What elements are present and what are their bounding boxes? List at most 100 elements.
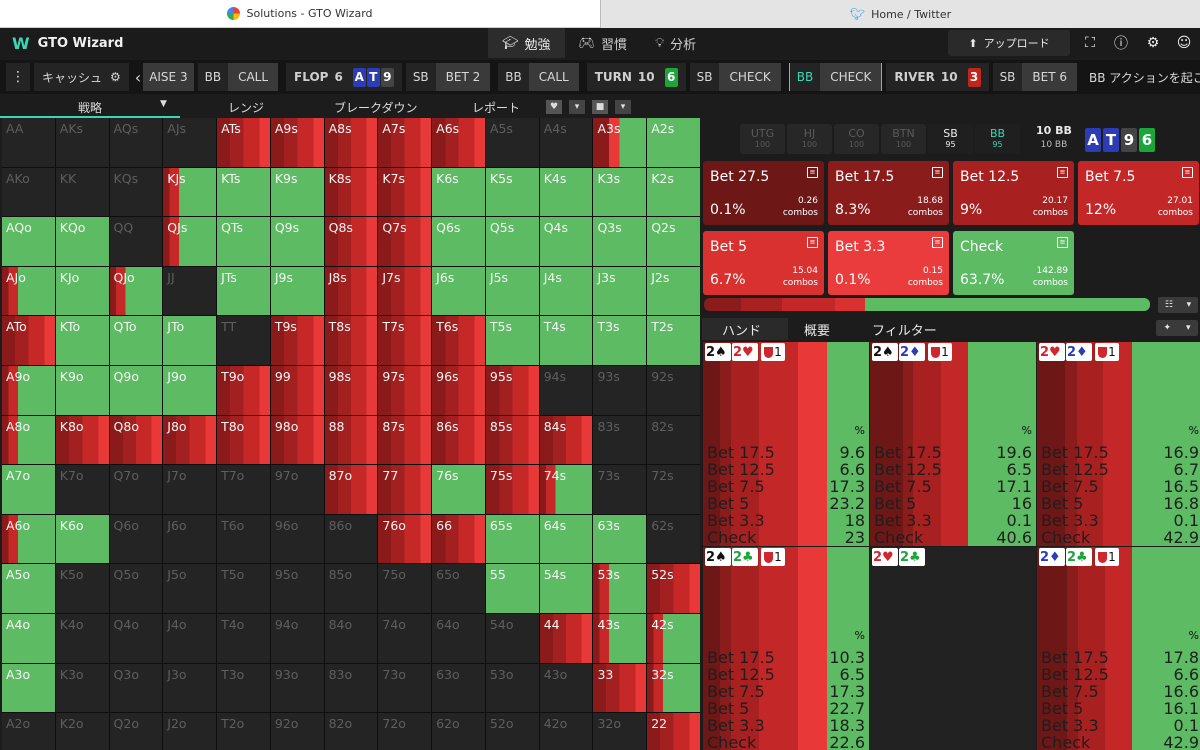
hand-cell[interactable]: K7o bbox=[55, 465, 109, 514]
hand-cell[interactable]: 88 bbox=[324, 415, 378, 465]
hand-cell[interactable]: AJs bbox=[163, 118, 217, 167]
hand-cell[interactable]: A3s bbox=[593, 118, 647, 167]
help-icon[interactable]: ⓘ bbox=[1111, 33, 1131, 53]
hand-cell[interactable]: 97o bbox=[270, 465, 324, 514]
hand-cell[interactable]: 52o bbox=[485, 713, 539, 750]
hand-cell[interactable]: 97s bbox=[378, 365, 432, 415]
action-card[interactable]: Bet 7.5 ≡ 12% 27.01 combos bbox=[1078, 161, 1199, 225]
hand-cell[interactable]: A7o bbox=[2, 465, 55, 514]
hand-cell[interactable]: J3s bbox=[593, 266, 647, 316]
hand-cell[interactable]: T4o bbox=[217, 613, 270, 663]
hand-cell[interactable]: Q5s bbox=[485, 217, 539, 266]
grid-icon[interactable]: ☷ bbox=[1165, 300, 1173, 310]
logo[interactable]: W GTO Wizard bbox=[0, 34, 300, 53]
hand-cell[interactable]: QQ bbox=[109, 217, 163, 266]
hand-cell[interactable]: J7s bbox=[378, 266, 432, 316]
preset-selector[interactable]: キャッシュ ⚙ bbox=[34, 63, 129, 91]
gear-icon[interactable]: ⚙ bbox=[110, 70, 121, 84]
hand-cell[interactable]: 74s bbox=[539, 465, 593, 514]
hand-cell[interactable]: 99 bbox=[270, 365, 324, 415]
action-card[interactable]: Bet 17.5 ≡ 8.3% 18.68 combos bbox=[828, 161, 949, 225]
chevron-left-icon[interactable]: ‹ bbox=[133, 63, 143, 91]
hand-cell[interactable]: A2o bbox=[2, 713, 55, 750]
hand-cell[interactable]: T8o bbox=[217, 415, 270, 465]
hand-cell[interactable]: K4o bbox=[55, 613, 109, 663]
hand-cell[interactable]: K2s bbox=[647, 167, 700, 217]
screenshot-icon[interactable]: ⛶ bbox=[1080, 33, 1100, 53]
hand-cell[interactable]: Q4s bbox=[539, 217, 593, 266]
hand-cell[interactable]: 96s bbox=[432, 365, 485, 415]
street-river[interactable]: RIVER 10 3 bbox=[886, 63, 989, 91]
account-icon[interactable]: ☺ bbox=[1174, 33, 1194, 53]
combo-tile[interactable]: 2♠ 2♣ 1% Bet 17.5 10.3 Bet 12.5 6.5 Bet 7.5 17.3… bbox=[703, 547, 869, 750]
action-card[interactable]: Bet 12.5 ≡ 9% 20.17 combos bbox=[953, 161, 1074, 225]
hand-cell[interactable]: T9s bbox=[270, 316, 324, 365]
hand-cell[interactable]: 54o bbox=[485, 613, 539, 663]
hand-cell[interactable]: Q6o bbox=[109, 514, 163, 564]
combo-tile[interactable]: 2♠ 2♦ 1% Bet 17.5 19.6 Bet 12.5 6.5 Bet 7.5 17.1… bbox=[870, 342, 1036, 546]
hand-cell[interactable]: JTo bbox=[163, 316, 217, 365]
hand-cell[interactable]: AA bbox=[2, 118, 55, 167]
action-bb[interactable]: BB CHECK bbox=[788, 63, 883, 91]
hand-cell[interactable]: AKo bbox=[2, 167, 55, 217]
hand-cell[interactable]: 42o bbox=[539, 713, 593, 750]
hand-cell[interactable]: A8s bbox=[324, 118, 378, 167]
hand-cell[interactable]: 33 bbox=[593, 663, 647, 713]
hand-cell[interactable]: 86o bbox=[324, 514, 378, 564]
hand-cell[interactable]: J2s bbox=[647, 266, 700, 316]
hand-cell[interactable]: 76s bbox=[432, 465, 485, 514]
hand-cell[interactable]: T8s bbox=[324, 316, 378, 365]
hand-cell[interactable]: J4s bbox=[539, 266, 593, 316]
hand-cell[interactable]: Q5o bbox=[109, 564, 163, 613]
list-icon[interactable]: ≡ bbox=[807, 167, 818, 178]
nav-study[interactable]: 🎓︎ 勉強 bbox=[488, 28, 565, 58]
hand-cell[interactable]: 64s bbox=[539, 514, 593, 564]
hand-cell[interactable]: 44 bbox=[539, 613, 593, 663]
position-hj[interactable]: HJ 100 bbox=[787, 124, 832, 154]
hand-cell[interactable]: J8o bbox=[163, 415, 217, 465]
hand-cell[interactable]: 95o bbox=[270, 564, 324, 613]
hand-cell[interactable]: K7s bbox=[378, 167, 432, 217]
browser-tab-gto[interactable]: Solutions - GTO Wizard bbox=[0, 0, 600, 28]
hand-cell[interactable]: 98s bbox=[324, 365, 378, 415]
combo-tile[interactable]: 2♠ 2♥ 1% Bet 17.5 9.6 Bet 12.5 6.6 Bet 7.5 17.3 B… bbox=[703, 342, 869, 546]
hand-cell[interactable]: 43o bbox=[539, 663, 593, 713]
hand-cell[interactable]: 75s bbox=[485, 465, 539, 514]
hand-cell[interactable]: Q8o bbox=[109, 415, 163, 465]
hand-cell[interactable]: A5o bbox=[2, 564, 55, 613]
hand-cell[interactable]: T3s bbox=[593, 316, 647, 365]
chevron-down-icon[interactable]: ▾ bbox=[1187, 300, 1192, 310]
hand-cell[interactable]: K4s bbox=[539, 167, 593, 217]
hand-cell[interactable]: 64o bbox=[432, 613, 485, 663]
hand-cell[interactable]: ATs bbox=[217, 118, 270, 167]
hand-cell[interactable]: KTo bbox=[55, 316, 109, 365]
hand-cell[interactable]: Q2s bbox=[647, 217, 700, 266]
hand-cell[interactable]: Q7s bbox=[378, 217, 432, 266]
nav-practice[interactable]: 🎮︎ 習慣 bbox=[565, 28, 642, 58]
list-icon[interactable]: ≡ bbox=[1182, 167, 1193, 178]
hand-cell[interactable]: 92o bbox=[270, 713, 324, 750]
hand-cell[interactable]: 55 bbox=[485, 564, 539, 613]
hand-cell[interactable]: T7o bbox=[217, 465, 270, 514]
hand-cell[interactable]: 53o bbox=[485, 663, 539, 713]
hand-cell[interactable]: 76o bbox=[378, 514, 432, 564]
hand-cell[interactable]: 92s bbox=[647, 365, 700, 415]
hand-cell[interactable]: K8s bbox=[324, 167, 378, 217]
browser-tab-twitter[interactable]: 🐦︎ Home / Twitter bbox=[600, 0, 1200, 28]
hand-cell[interactable]: J9o bbox=[163, 365, 217, 415]
hand-cell[interactable]: KJs bbox=[163, 167, 217, 217]
action-bb[interactable]: BB CALL bbox=[498, 63, 582, 91]
chevron-down-icon[interactable]: ▾ bbox=[1186, 323, 1191, 333]
hand-cell[interactable]: 94o bbox=[270, 613, 324, 663]
hand-cell[interactable]: J7o bbox=[163, 465, 217, 514]
pin-toggle[interactable]: ✦ ▾ bbox=[1156, 320, 1198, 336]
hand-cell[interactable]: JJ bbox=[163, 266, 217, 316]
hand-cell[interactable]: 75o bbox=[378, 564, 432, 613]
settings-icon[interactable]: ⚙ bbox=[1143, 33, 1163, 53]
hand-cell[interactable]: J8s bbox=[324, 266, 378, 316]
hand-cell[interactable]: KK bbox=[55, 167, 109, 217]
hand-cell[interactable]: T2s bbox=[647, 316, 700, 365]
hand-cell[interactable]: A9s bbox=[270, 118, 324, 167]
hand-cell[interactable]: 63s bbox=[593, 514, 647, 564]
street-flop[interactable]: FLOP 6 A T 9 bbox=[286, 63, 402, 91]
